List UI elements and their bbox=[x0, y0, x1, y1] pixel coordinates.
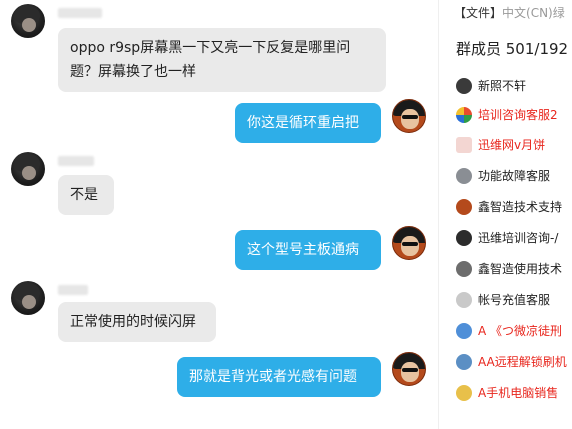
avatar-icon bbox=[456, 354, 472, 370]
avatar-icon bbox=[456, 107, 472, 123]
message-text-line: 题？屏幕换了也一样 bbox=[70, 64, 196, 80]
avatar-sunglasses bbox=[402, 115, 418, 119]
avatar-icon bbox=[456, 385, 472, 401]
avatar-icon bbox=[456, 199, 472, 215]
avatar-sunglasses bbox=[402, 368, 418, 372]
message-bubble-outgoing[interactable]: 你这是循环重启把 bbox=[235, 103, 381, 143]
message-text: 那就是背光或者光感有问题 bbox=[189, 369, 357, 385]
member-name: 鑫智造使用技术 bbox=[478, 262, 563, 276]
avatar-face bbox=[401, 109, 419, 129]
message-text-line: oppo r9sp屏幕黑一下又亮一下反复是哪里问 bbox=[70, 40, 351, 56]
sender-avatar[interactable] bbox=[11, 281, 45, 315]
sender-name-redacted bbox=[58, 156, 94, 166]
avatar-sunglasses bbox=[402, 242, 418, 246]
avatar-icon bbox=[456, 261, 472, 277]
message-bubble-outgoing[interactable]: 那就是背光或者光感有问题 bbox=[177, 357, 381, 397]
file-tab-subtext: 中文(CN)绿 bbox=[502, 6, 565, 20]
member-name: 迅维网v月饼 bbox=[478, 138, 546, 152]
member-name: A 《つ微凉徒刑 bbox=[478, 324, 563, 338]
chat-panel: oppo r9sp屏幕黑一下又亮一下反复是哪里问 题？屏幕换了也一样 你这是循环… bbox=[0, 0, 438, 429]
member-name: 鑫智造技术支持 bbox=[478, 200, 563, 214]
sender-avatar[interactable] bbox=[11, 152, 45, 186]
member-name: 新照不轩 bbox=[478, 79, 527, 93]
member-name: 迅维培训咨询-/ bbox=[478, 231, 559, 245]
group-sidebar: 【文件】中文(CN)绿 群成员 501/192 新照不轩 培训咨询客服2 迅维网… bbox=[438, 0, 572, 429]
members-title: 群成员 501/192 bbox=[456, 40, 569, 58]
avatar-icon bbox=[456, 137, 472, 153]
message-bubble-incoming[interactable]: 不是 bbox=[58, 175, 114, 215]
avatar-face bbox=[401, 236, 419, 256]
message-bubble-incoming[interactable]: 正常使用的时候闪屏 bbox=[58, 302, 216, 342]
avatar-icon bbox=[456, 230, 472, 246]
sender-name-redacted bbox=[58, 8, 102, 18]
avatar-face bbox=[22, 18, 36, 32]
avatar-icon bbox=[456, 292, 472, 308]
member-name: A手机电脑销售 bbox=[478, 386, 559, 400]
message-text: 你这是循环重启把 bbox=[247, 115, 359, 131]
file-tab-label: 【文件】 bbox=[454, 6, 503, 20]
message-bubble-incoming[interactable]: oppo r9sp屏幕黑一下又亮一下反复是哪里问 题？屏幕换了也一样 bbox=[58, 28, 386, 92]
message-text: 不是 bbox=[70, 187, 98, 203]
member-name: AA远程解锁刷机 bbox=[478, 355, 567, 369]
my-avatar[interactable] bbox=[392, 352, 426, 386]
file-tab[interactable]: 【文件】中文(CN)绿 bbox=[454, 4, 565, 21]
avatar-icon bbox=[456, 78, 472, 94]
avatar-icon bbox=[456, 323, 472, 339]
member-name: 功能故障客服 bbox=[478, 169, 551, 183]
member-name: 培训咨询客服2 bbox=[478, 108, 558, 122]
member-name: 帐号充值客服 bbox=[478, 293, 551, 307]
avatar-face bbox=[401, 362, 419, 382]
message-text: 正常使用的时候闪屏 bbox=[70, 314, 196, 330]
avatar-icon bbox=[456, 168, 472, 184]
my-avatar[interactable] bbox=[392, 226, 426, 260]
avatar-face bbox=[22, 166, 36, 180]
my-avatar[interactable] bbox=[392, 99, 426, 133]
message-bubble-outgoing[interactable]: 这个型号主板通病 bbox=[235, 230, 381, 270]
avatar-face bbox=[22, 295, 36, 309]
sender-name-redacted bbox=[58, 285, 88, 295]
sender-avatar[interactable] bbox=[11, 4, 45, 38]
message-text: 这个型号主板通病 bbox=[247, 242, 359, 258]
